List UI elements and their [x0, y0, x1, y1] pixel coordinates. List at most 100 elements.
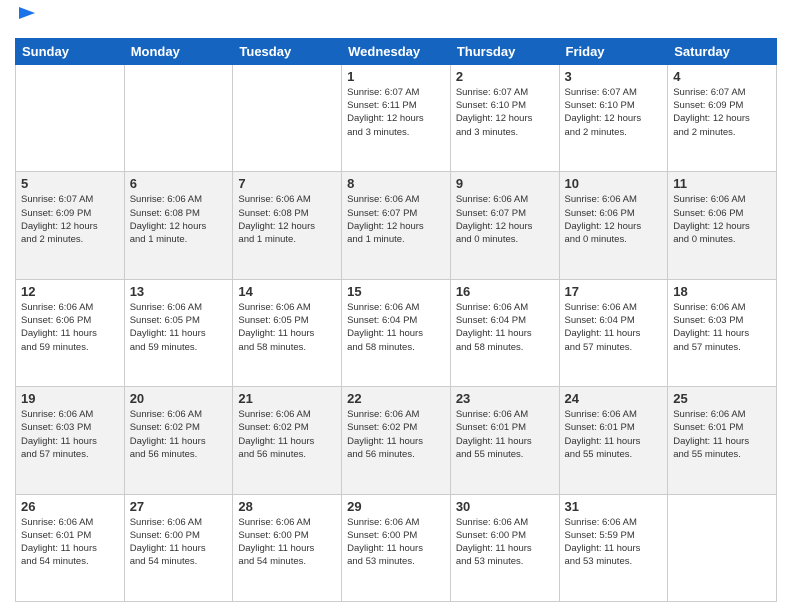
calendar-cell: 11 Sunrise: 6:06 AM Sunset: 6:06 PM Dayli… — [668, 172, 777, 279]
day-number: 7 — [238, 176, 336, 191]
calendar-cell: 3 Sunrise: 6:07 AM Sunset: 6:10 PM Daylig… — [559, 64, 668, 171]
day-number: 28 — [238, 499, 336, 514]
day-number: 19 — [21, 391, 119, 406]
page: SundayMondayTuesdayWednesdayThursdayFrid… — [0, 0, 792, 612]
calendar-cell: 22Sunrise: 6:06 AM Sunset: 6:02 PM Dayli… — [342, 387, 451, 494]
weekday-header: Tuesday — [233, 38, 342, 64]
day-info: Sunrise: 6:06 AM Sunset: 6:03 PM Dayligh… — [673, 301, 771, 354]
calendar-cell: 8 Sunrise: 6:06 AM Sunset: 6:07 PM Daylig… — [342, 172, 451, 279]
day-number: 13 — [130, 284, 228, 299]
day-info: Sunrise: 6:06 AM Sunset: 6:06 PM Dayligh… — [21, 301, 119, 354]
day-number: 8 — [347, 176, 445, 191]
calendar-cell — [16, 64, 125, 171]
calendar-cell: 28 Sunrise: 6:06 AM Sunset: 6:00 PM Dayli… — [233, 494, 342, 601]
calendar-cell: 26 Sunrise: 6:06 AM Sunset: 6:01 PM Dayli… — [16, 494, 125, 601]
day-info: Sunrise: 6:06 AM Sunset: 6:08 PM Dayligh… — [238, 193, 336, 246]
calendar-cell: 10 Sunrise: 6:06 AM Sunset: 6:06 PM Dayli… — [559, 172, 668, 279]
logo — [15, 10, 37, 30]
calendar-cell: 15 Sunrise: 6:06 AM Sunset: 6:04 PM Dayli… — [342, 279, 451, 386]
day-info: Sunrise: 6:07 AM Sunset: 6:10 PM Dayligh… — [565, 86, 663, 139]
calendar-cell: 12Sunrise: 6:06 AM Sunset: 6:06 PM Dayli… — [16, 279, 125, 386]
day-number: 18 — [673, 284, 771, 299]
weekday-header: Saturday — [668, 38, 777, 64]
day-number: 10 — [565, 176, 663, 191]
calendar-cell: 31 Sunrise: 6:06 AM Sunset: 5:59 PM Dayli… — [559, 494, 668, 601]
weekday-header: Wednesday — [342, 38, 451, 64]
day-number: 25 — [673, 391, 771, 406]
day-info: Sunrise: 6:06 AM Sunset: 6:05 PM Dayligh… — [130, 301, 228, 354]
calendar-cell: 19 Sunrise: 6:06 AM Sunset: 6:03 PM Dayli… — [16, 387, 125, 494]
calendar-cell: 14 Sunrise: 6:06 AM Sunset: 6:05 PM Dayli… — [233, 279, 342, 386]
logo-flag-icon — [17, 5, 37, 25]
day-info: Sunrise: 6:07 AM Sunset: 6:09 PM Dayligh… — [673, 86, 771, 139]
calendar-cell: 25 Sunrise: 6:06 AM Sunset: 6:01 PM Dayli… — [668, 387, 777, 494]
day-info: Sunrise: 6:06 AM Sunset: 6:01 PM Dayligh… — [456, 408, 554, 461]
calendar-table: SundayMondayTuesdayWednesdayThursdayFrid… — [15, 38, 777, 602]
day-info: Sunrise: 6:06 AM Sunset: 6:05 PM Dayligh… — [238, 301, 336, 354]
day-info: Sunrise: 6:06 AM Sunset: 6:00 PM Dayligh… — [238, 516, 336, 569]
day-info: Sunrise: 6:06 AM Sunset: 6:07 PM Dayligh… — [347, 193, 445, 246]
day-number: 30 — [456, 499, 554, 514]
day-info: Sunrise: 6:06 AM Sunset: 6:04 PM Dayligh… — [456, 301, 554, 354]
day-info: Sunrise: 6:06 AM Sunset: 6:06 PM Dayligh… — [673, 193, 771, 246]
calendar-cell — [233, 64, 342, 171]
calendar-cell: 6 Sunrise: 6:06 AM Sunset: 6:08 PM Daylig… — [124, 172, 233, 279]
calendar-cell: 13 Sunrise: 6:06 AM Sunset: 6:05 PM Dayli… — [124, 279, 233, 386]
day-number: 23 — [456, 391, 554, 406]
day-info: Sunrise: 6:06 AM Sunset: 6:01 PM Dayligh… — [21, 516, 119, 569]
weekday-header: Thursday — [450, 38, 559, 64]
calendar-cell — [124, 64, 233, 171]
calendar-cell: 17Sunrise: 6:06 AM Sunset: 6:04 PM Dayli… — [559, 279, 668, 386]
day-info: Sunrise: 6:06 AM Sunset: 6:01 PM Dayligh… — [565, 408, 663, 461]
day-number: 16 — [456, 284, 554, 299]
day-number: 22 — [347, 391, 445, 406]
day-number: 5 — [21, 176, 119, 191]
day-info: Sunrise: 6:06 AM Sunset: 6:00 PM Dayligh… — [456, 516, 554, 569]
day-number: 11 — [673, 176, 771, 191]
day-info: Sunrise: 6:06 AM Sunset: 6:08 PM Dayligh… — [130, 193, 228, 246]
day-number: 29 — [347, 499, 445, 514]
calendar-cell: 2 Sunrise: 6:07 AM Sunset: 6:10 PM Daylig… — [450, 64, 559, 171]
day-number: 4 — [673, 69, 771, 84]
weekday-header: Sunday — [16, 38, 125, 64]
day-info: Sunrise: 6:06 AM Sunset: 6:01 PM Dayligh… — [673, 408, 771, 461]
day-info: Sunrise: 6:06 AM Sunset: 6:07 PM Dayligh… — [456, 193, 554, 246]
calendar-cell: 23 Sunrise: 6:06 AM Sunset: 6:01 PM Dayli… — [450, 387, 559, 494]
day-number: 24 — [565, 391, 663, 406]
day-info: Sunrise: 6:06 AM Sunset: 6:04 PM Dayligh… — [347, 301, 445, 354]
calendar-cell: 21Sunrise: 6:06 AM Sunset: 6:02 PM Dayli… — [233, 387, 342, 494]
day-number: 26 — [21, 499, 119, 514]
day-info: Sunrise: 6:07 AM Sunset: 6:11 PM Dayligh… — [347, 86, 445, 139]
calendar-cell: 30 Sunrise: 6:06 AM Sunset: 6:00 PM Dayli… — [450, 494, 559, 601]
day-number: 1 — [347, 69, 445, 84]
day-info: Sunrise: 6:06 AM Sunset: 6:02 PM Dayligh… — [130, 408, 228, 461]
header — [15, 10, 777, 30]
day-number: 15 — [347, 284, 445, 299]
day-number: 20 — [130, 391, 228, 406]
calendar-cell: 29 Sunrise: 6:06 AM Sunset: 6:00 PM Dayli… — [342, 494, 451, 601]
calendar-cell — [668, 494, 777, 601]
calendar-cell: 7 Sunrise: 6:06 AM Sunset: 6:08 PM Daylig… — [233, 172, 342, 279]
day-info: Sunrise: 6:06 AM Sunset: 6:02 PM Dayligh… — [238, 408, 336, 461]
day-info: Sunrise: 6:06 AM Sunset: 6:04 PM Dayligh… — [565, 301, 663, 354]
calendar-cell: 18 Sunrise: 6:06 AM Sunset: 6:03 PM Dayli… — [668, 279, 777, 386]
day-info: Sunrise: 6:06 AM Sunset: 6:03 PM Dayligh… — [21, 408, 119, 461]
day-number: 27 — [130, 499, 228, 514]
day-number: 9 — [456, 176, 554, 191]
weekday-header: Monday — [124, 38, 233, 64]
calendar-cell: 9 Sunrise: 6:06 AM Sunset: 6:07 PM Daylig… — [450, 172, 559, 279]
day-number: 3 — [565, 69, 663, 84]
day-number: 6 — [130, 176, 228, 191]
day-info: Sunrise: 6:06 AM Sunset: 6:06 PM Dayligh… — [565, 193, 663, 246]
day-info: Sunrise: 6:06 AM Sunset: 6:00 PM Dayligh… — [130, 516, 228, 569]
calendar-cell: 16 Sunrise: 6:06 AM Sunset: 6:04 PM Dayli… — [450, 279, 559, 386]
day-info: Sunrise: 6:06 AM Sunset: 5:59 PM Dayligh… — [565, 516, 663, 569]
day-info: Sunrise: 6:07 AM Sunset: 6:10 PM Dayligh… — [456, 86, 554, 139]
calendar-cell: 4 Sunrise: 6:07 AM Sunset: 6:09 PM Daylig… — [668, 64, 777, 171]
day-number: 31 — [565, 499, 663, 514]
day-number: 2 — [456, 69, 554, 84]
weekday-header: Friday — [559, 38, 668, 64]
day-number: 14 — [238, 284, 336, 299]
calendar-cell: 5Sunrise: 6:07 AM Sunset: 6:09 PM Daylig… — [16, 172, 125, 279]
day-info: Sunrise: 6:06 AM Sunset: 6:00 PM Dayligh… — [347, 516, 445, 569]
